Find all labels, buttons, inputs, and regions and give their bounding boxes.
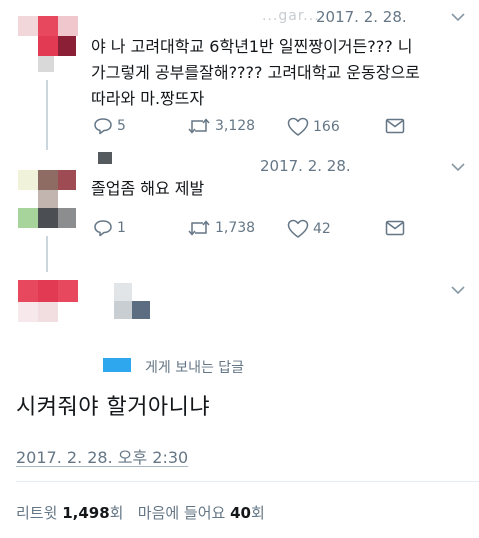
retweet-stat[interactable]: 리트윗 1,498회 — [16, 504, 123, 522]
dm-button[interactable] — [385, 220, 405, 236]
like-count: 42 — [313, 221, 331, 237]
tweet-stats: 리트윗 1,498회 마음에 들어요 40회 — [16, 502, 265, 523]
author-name-blurred — [114, 283, 152, 321]
tweet-date[interactable]: 2017. 2. 28. — [316, 8, 407, 26]
retweet-button[interactable]: 1,738 — [187, 219, 255, 237]
avatar-pixelated[interactable] — [18, 16, 78, 74]
reply-to-label: 게게 보내는 답글 — [145, 360, 245, 376]
reply-button[interactable]: 5 — [93, 117, 126, 135]
author-name-blurred — [98, 152, 112, 164]
like-button[interactable]: 166 — [287, 117, 340, 137]
retweet-icon — [188, 220, 210, 236]
thread-line — [46, 236, 48, 272]
like-unit: 회 — [251, 504, 265, 522]
author-name-blurred: ...gar... — [262, 8, 320, 24]
dm-icon — [385, 118, 405, 134]
reply-button[interactable]: 1 — [93, 219, 126, 237]
tweet-text-line: 가그렇게 공부를잘해???? 고려대학교 운동장으로 — [91, 63, 420, 82]
like-count: 166 — [313, 119, 340, 135]
reply-to-handle-redacted[interactable] — [103, 358, 131, 372]
tweet-date[interactable]: 2017. 2. 28. — [260, 157, 351, 175]
like-stat[interactable]: 마음에 들어요 40회 — [138, 504, 265, 522]
avatar-pixelated[interactable] — [18, 280, 78, 322]
thread-line — [46, 80, 48, 150]
tweet-text-line: 졸업좀 해요 제발 — [91, 179, 205, 198]
heart-icon — [287, 117, 309, 136]
chevron-down-icon[interactable] — [450, 162, 466, 172]
retweet-unit: 회 — [109, 504, 124, 522]
tweet-text-line: 따라와 마.짱뜨자 — [91, 89, 205, 108]
retweet-count: 1,738 — [215, 220, 256, 236]
tweet-text-line: 야 나 고려대학교 6학년1반 일찐짱이거든??? 니 — [91, 37, 413, 56]
like-button[interactable]: 42 — [287, 219, 331, 239]
dm-button[interactable] — [385, 118, 405, 134]
retweet-icon — [188, 118, 210, 134]
avatar-pixelated[interactable] — [18, 170, 76, 232]
tweet-timestamp[interactable]: 2017. 2. 28. 오후 2:30 — [16, 444, 188, 468]
retweet-total: 1,498 — [62, 504, 110, 522]
reply-count: 5 — [117, 118, 126, 134]
reply-icon — [94, 220, 112, 237]
dm-icon — [385, 220, 405, 236]
divider — [16, 481, 479, 482]
like-total: 40 — [230, 504, 251, 522]
reply-icon — [94, 118, 112, 135]
like-label: 마음에 들어요 — [137, 504, 226, 522]
heart-icon — [287, 219, 309, 238]
chevron-down-icon[interactable] — [450, 12, 466, 22]
retweet-label: 리트윗 — [16, 504, 58, 522]
retweet-count: 3,128 — [215, 118, 256, 134]
chevron-down-icon[interactable] — [450, 285, 466, 295]
main-tweet-text: 시켜줘야 할거아니냐 — [16, 395, 211, 420]
retweet-button[interactable]: 3,128 — [187, 117, 255, 135]
reply-count: 1 — [117, 220, 126, 236]
